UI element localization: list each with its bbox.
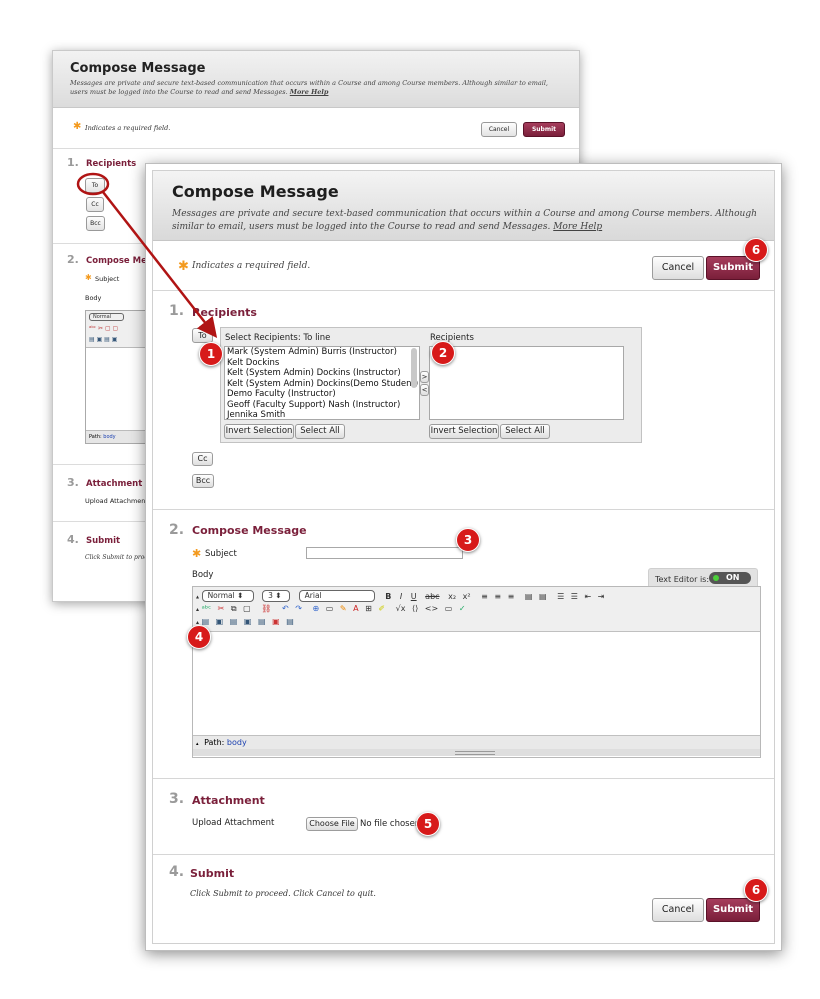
- highlight-circle: [76, 172, 110, 196]
- annotation-arrow: [102, 191, 218, 338]
- callout-badge: 4: [187, 625, 211, 649]
- callout-badge: 1: [199, 342, 223, 366]
- callout-badge: 3: [456, 528, 480, 552]
- callout-badge: 5: [416, 812, 440, 836]
- callout-badge: 2: [431, 341, 455, 365]
- callout-badge: 6: [744, 878, 768, 902]
- annotation-overlay: [76, 172, 218, 338]
- callout-badge: 6: [744, 238, 768, 262]
